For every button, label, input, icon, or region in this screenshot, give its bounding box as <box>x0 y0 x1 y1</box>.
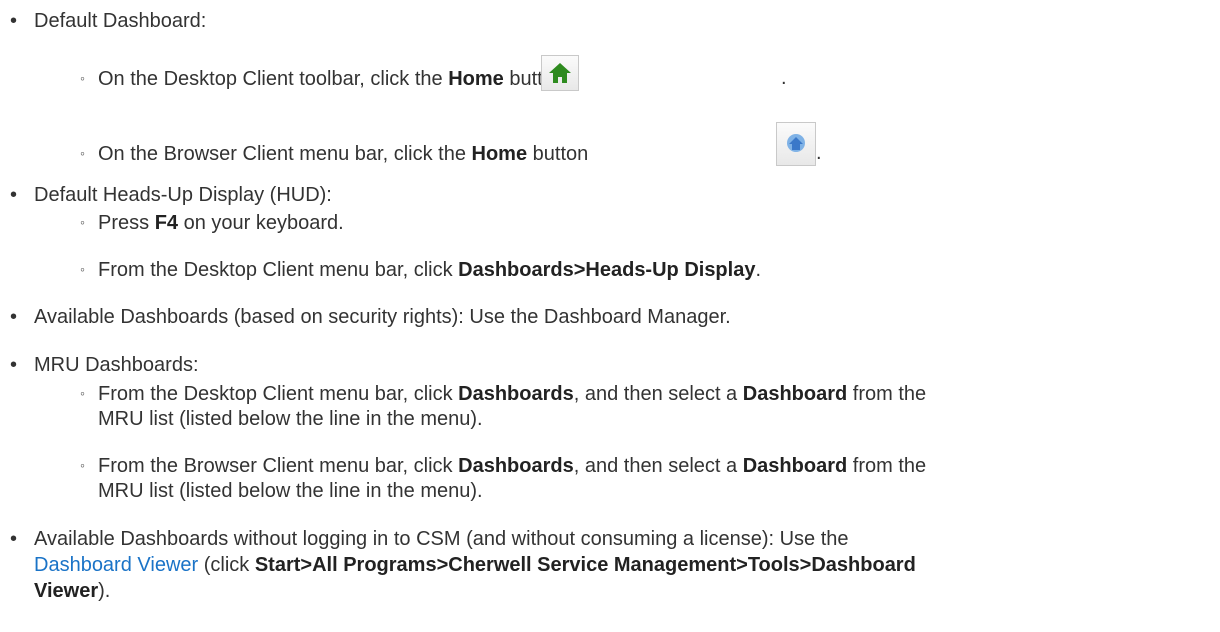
sub-list-item-continuation: MRU list (listed below the line in the m… <box>98 480 483 502</box>
sub-bullet: ◦ <box>80 457 85 473</box>
sub-list-item-continuation: MRU list (listed below the line in the m… <box>98 408 483 430</box>
list-item-continuation: Dashboard Viewer (click Start>All Progra… <box>34 554 916 576</box>
home-blue-icon <box>776 122 816 166</box>
sub-bullet: ◦ <box>80 214 85 230</box>
sub-list-item: ◦ Press F4 on your keyboard. <box>80 209 344 236</box>
sub-bullet: ◦ <box>80 261 85 277</box>
bullet: • <box>10 184 18 206</box>
list-item: • MRU Dashboards: <box>10 354 199 376</box>
list-item-continuation: Viewer). <box>34 580 111 602</box>
sub-list-item: ◦ On the Desktop Client toolbar, click th… <box>80 65 565 92</box>
sub-list-item: ◦ From the Desktop Client menu bar, click… <box>80 256 761 283</box>
bullet: • <box>10 528 18 550</box>
sub-bullet: ◦ <box>80 70 85 86</box>
sub-list-item: ◦ From the Desktop Client menu bar, click… <box>80 380 926 407</box>
sub-bullet: ◦ <box>80 145 85 161</box>
sub-list-item: ◦ From the Browser Client menu bar, click… <box>80 452 926 479</box>
home-blue-icon-glyph <box>787 134 805 152</box>
sentence-end: . <box>781 67 787 89</box>
list-item: • Default Dashboard: <box>10 10 207 32</box>
sub-list-item: ◦ On the Browser Client menu bar, click t… <box>80 140 588 167</box>
home-green-icon <box>541 55 579 91</box>
list-item: • Default Heads-Up Display (HUD): <box>10 184 332 206</box>
bullet: • <box>10 306 18 328</box>
sentence-end: . <box>816 142 822 164</box>
bullet: • <box>10 354 18 376</box>
list-item: • Available Dashboards without logging in… <box>10 528 849 550</box>
list-item: • Available Dashboards (based on security… <box>10 306 731 328</box>
sub-bullet: ◦ <box>80 385 85 401</box>
bullet: • <box>10 10 18 32</box>
dashboard-viewer-link[interactable]: Dashboard Viewer <box>34 554 198 576</box>
home-green-icon-glyph <box>549 63 571 83</box>
